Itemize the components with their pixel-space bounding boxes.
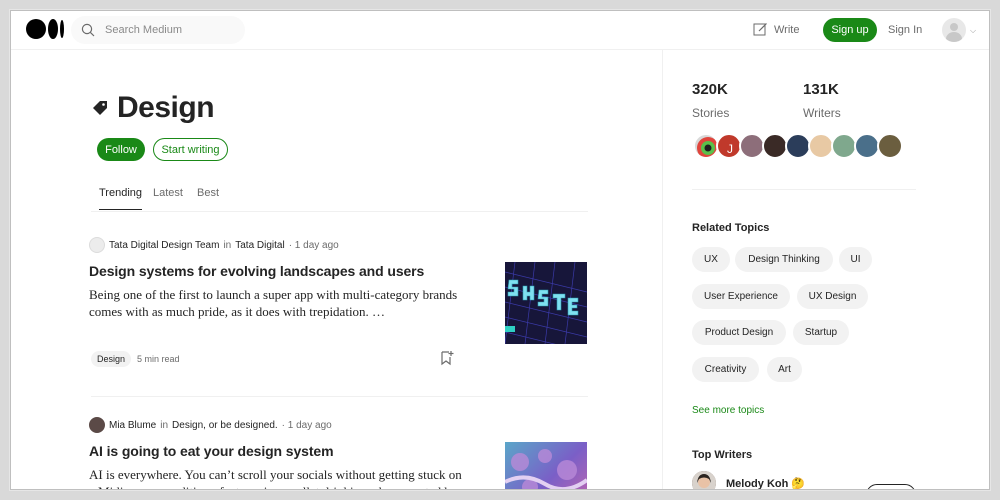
- article-excerpt[interactable]: AI is everywhere. You can’t scroll your …: [89, 466, 469, 489]
- article-meta: Tata Digital Design Team in Tata Digital…: [89, 237, 589, 253]
- topic-chip[interactable]: UX Design: [797, 284, 868, 309]
- stories-count: 320K: [692, 81, 728, 98]
- user-avatar-icon[interactable]: [942, 18, 966, 42]
- bookmark-icon[interactable]: [440, 350, 454, 366]
- follow-button[interactable]: Follow: [97, 138, 145, 161]
- search-input[interactable]: [105, 24, 225, 36]
- read-time: 5 min read: [137, 354, 180, 364]
- tab-best[interactable]: Best: [197, 187, 219, 199]
- search-icon: [81, 23, 95, 37]
- stories-stat: 320K Stories: [692, 81, 729, 120]
- topic-chip[interactable]: Art: [767, 357, 802, 382]
- thumbnail-image: [505, 262, 587, 344]
- topic-chip[interactable]: Startup: [793, 320, 849, 345]
- tab-trending[interactable]: Trending: [99, 187, 143, 210]
- stories-label: Stories: [692, 106, 730, 120]
- topic-chip[interactable]: UI: [839, 247, 872, 272]
- publish-time: · 1 day ago: [281, 419, 332, 431]
- writers-stat: 131K Writers: [803, 81, 841, 120]
- logo-circle-large: [26, 19, 46, 39]
- sign-up-button[interactable]: Sign up: [823, 18, 877, 42]
- writer-avatars: J: [693, 133, 903, 159]
- search-box[interactable]: [71, 16, 245, 44]
- start-writing-button[interactable]: Start writing: [153, 138, 228, 161]
- topic-chip[interactable]: Product Design: [692, 320, 786, 345]
- write-label: Write: [774, 23, 800, 36]
- publication-name[interactable]: Design, or be designed.: [172, 420, 278, 431]
- logo-circle-medium: [48, 19, 58, 39]
- right-separator: [692, 189, 916, 190]
- sign-in-link[interactable]: Sign In: [888, 24, 922, 36]
- topic-header: Design: [91, 91, 215, 125]
- avatar-head: [950, 23, 958, 31]
- article-thumbnail[interactable]: [505, 442, 587, 489]
- in-label: in: [223, 239, 232, 251]
- column-divider: [662, 50, 663, 489]
- svg-text:J: J: [727, 142, 733, 156]
- feed-tabs: Trending Latest Best: [91, 187, 588, 212]
- writers-count: 131K: [803, 81, 839, 98]
- related-topics-heading: Related Topics: [692, 222, 770, 234]
- article-footer: Design 5 min read: [91, 351, 180, 367]
- publication-name[interactable]: Tata Digital: [235, 240, 284, 251]
- writer-name[interactable]: Melody Koh 🤔: [726, 477, 805, 490]
- author-name[interactable]: Tata Digital Design Team: [109, 240, 219, 251]
- avatar-body: [946, 32, 962, 42]
- article-excerpt[interactable]: Being one of the first to launch a super…: [89, 286, 469, 320]
- topic-chip[interactable]: UX: [692, 247, 730, 272]
- author-name[interactable]: Mia Blume: [109, 420, 156, 431]
- browser-page: Write Sign up Sign In ⌵ Design Follow St…: [10, 10, 990, 490]
- topic-chip[interactable]: Design Thinking: [735, 247, 833, 272]
- writers-label: Writers: [803, 106, 841, 120]
- chevron-down-icon[interactable]: ⌵: [970, 26, 976, 36]
- topic-chip[interactable]: Creativity: [692, 357, 759, 382]
- writer-avatar[interactable]: [877, 133, 903, 159]
- write-link[interactable]: Write: [753, 22, 799, 37]
- article-separator: [91, 396, 588, 397]
- writer-avatar[interactable]: [692, 471, 716, 489]
- top-writer-item[interactable]: Melody Koh 🤔: [692, 471, 805, 490]
- top-navigation-bar: Write Sign up Sign In ⌵: [11, 11, 989, 50]
- medium-logo[interactable]: [26, 19, 64, 39]
- tab-latest[interactable]: Latest: [153, 187, 183, 199]
- article-tag[interactable]: Design: [91, 351, 132, 367]
- article-thumbnail[interactable]: [505, 262, 587, 344]
- logo-circle-small: [60, 20, 64, 38]
- topic-chip[interactable]: User Experience: [692, 284, 790, 309]
- thumbnail-image: [505, 442, 587, 489]
- author-avatar[interactable]: [89, 237, 105, 253]
- see-more-topics-link[interactable]: See more topics: [692, 405, 764, 416]
- publish-time: · 1 day ago: [288, 239, 339, 251]
- in-label: in: [160, 419, 169, 431]
- writer-follow-button[interactable]: [866, 484, 916, 489]
- top-writers-heading: Top Writers: [692, 449, 753, 461]
- tag-icon: [93, 101, 107, 115]
- page-title: Design: [117, 91, 215, 124]
- author-avatar[interactable]: [89, 417, 105, 433]
- article-meta: Mia Blume in Design, or be designed. · 1…: [89, 417, 589, 433]
- pencil-square-icon: [753, 23, 767, 36]
